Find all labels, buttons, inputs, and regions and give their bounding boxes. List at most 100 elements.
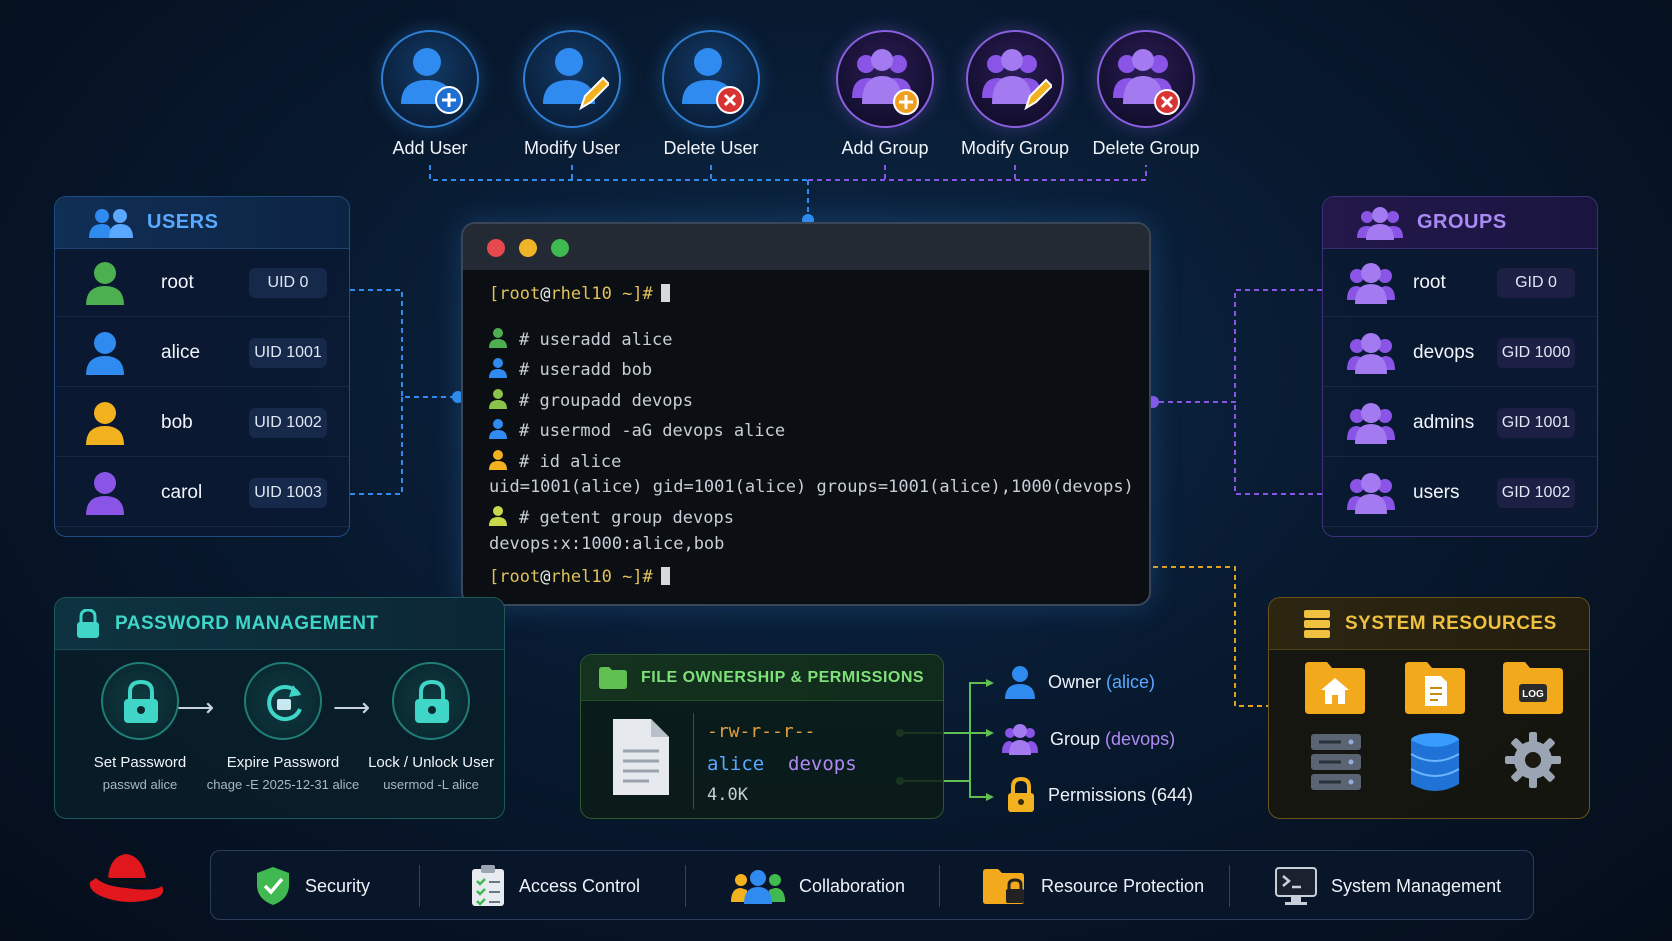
collaboration-item: Collaboration <box>731 851 905 921</box>
terminal-command-line: # groupadd devops <box>489 389 693 414</box>
group-icon <box>1347 263 1395 304</box>
uid-badge: UID 0 <box>249 267 327 298</box>
add-group-action[interactable]: Add Group <box>820 30 950 159</box>
home-folder-icon <box>1305 662 1365 714</box>
file-folder-icon <box>1405 662 1465 714</box>
separator <box>939 865 940 907</box>
gid-badge: GID 1002 <box>1497 477 1575 508</box>
server-icon <box>1311 734 1361 790</box>
user-icon <box>489 328 507 353</box>
shield-check-icon <box>257 867 289 905</box>
user-name: bob <box>161 411 193 433</box>
maximize-dot[interactable] <box>551 239 569 257</box>
group-row[interactable]: admins GID 1001 <box>1323 389 1597 457</box>
separator <box>419 865 420 907</box>
lock-icon <box>124 679 158 723</box>
groups-header: GROUPS <box>1323 197 1597 249</box>
user-row[interactable]: bob UID 1002 <box>55 389 349 457</box>
user-icon <box>86 262 124 305</box>
terminal-window[interactable]: [root@rhel10 ~]# # useradd alice # userad… <box>461 222 1151 606</box>
groups-title: GROUPS <box>1417 211 1507 233</box>
user-row[interactable]: alice UID 1001 <box>55 319 349 387</box>
user-name: alice <box>161 341 201 363</box>
uid-badge: UID 1001 <box>249 337 327 368</box>
server-stack-icon <box>1304 609 1330 638</box>
delete-group-action[interactable]: Delete Group <box>1081 30 1211 159</box>
terminal-command-line: # useradd bob <box>489 358 652 383</box>
terminal-command-line: # useradd alice <box>489 328 673 353</box>
access-control-item: Access Control <box>471 851 640 921</box>
user-icon <box>489 450 507 475</box>
gid-badge: GID 0 <box>1497 267 1575 298</box>
expire-password-step[interactable]: Expire Password chage -E 2025-12-31 alic… <box>198 662 368 792</box>
terminal-output-line: devops:x:1000:alice,bob <box>489 534 725 554</box>
user-name: root <box>161 271 194 293</box>
group-name: devops <box>1413 341 1475 363</box>
locked-folder-icon <box>983 869 1024 904</box>
owner-item: Owner (alice) <box>1004 665 1155 699</box>
divider-line <box>693 713 694 809</box>
group-row[interactable]: users GID 1002 <box>1323 459 1597 527</box>
password-header: PASSWORD MANAGEMENT <box>55 598 504 650</box>
terminal-command-line: # getent group devops <box>489 506 734 531</box>
modify-group-action[interactable]: Modify Group <box>950 30 1080 159</box>
permission-string: -rw-r--r-- <box>707 721 816 742</box>
user-row[interactable]: root UID 0 <box>55 249 349 317</box>
delete-user-action[interactable]: Delete User <box>646 30 776 159</box>
group-icon <box>1347 473 1395 514</box>
file-size: 4.0K <box>707 785 748 805</box>
user-row[interactable]: carol UID 1003 <box>55 459 349 527</box>
file-owner: alice <box>707 753 765 775</box>
file-header: FILE OWNERSHIP & PERMISSIONS <box>581 655 943 701</box>
modify-user-action[interactable]: Modify User <box>507 30 637 159</box>
group-row[interactable]: devops GID 1000 <box>1323 319 1597 387</box>
user-icon <box>86 472 124 515</box>
security-item: Security <box>255 851 370 921</box>
minimize-dot[interactable] <box>519 239 537 257</box>
user-icon <box>489 506 507 531</box>
separator <box>1229 865 1230 907</box>
uid-badge: UID 1002 <box>249 407 327 438</box>
user-icon <box>86 402 124 445</box>
password-title: PASSWORD MANAGEMENT <box>115 612 379 634</box>
step-label: Lock / Unlock User <box>368 754 494 771</box>
group-row[interactable]: root GID 0 <box>1323 249 1597 317</box>
users-icon <box>89 208 133 238</box>
folder-icon <box>599 666 627 689</box>
refresh-icon <box>267 685 302 721</box>
delete-group-label: Delete Group <box>1092 138 1200 158</box>
add-user-label: Add User <box>392 138 468 158</box>
edit-user-icon <box>543 48 609 111</box>
step-command: usermod -L alice <box>383 777 479 792</box>
groups-panel: GROUPS root GID 0 devops GID 1000 admins… <box>1322 196 1598 537</box>
step-label: Expire Password <box>226 754 340 771</box>
user-icon <box>489 389 507 414</box>
lock-user-step[interactable]: Lock / Unlock User usermod -L alice <box>346 662 516 792</box>
team-icon <box>731 870 785 904</box>
add-user-action[interactable]: Add User <box>365 30 495 159</box>
close-dot[interactable] <box>487 239 505 257</box>
terminal-command-line: # usermod -aG devops alice <box>489 419 785 444</box>
terminal-prompt-bottom: [root@rhel10 ~]# <box>489 567 670 587</box>
cursor <box>660 567 670 585</box>
terminal-prompt-top: [root@rhel10 ~]# <box>489 284 670 304</box>
modify-group-label: Modify Group <box>960 138 1070 158</box>
group-icon <box>1347 403 1395 444</box>
file-title: FILE OWNERSHIP & PERMISSIONS <box>641 668 925 686</box>
resource-protection-item: Resource Protection <box>983 851 1204 921</box>
checklist-icon <box>472 865 504 906</box>
document-icon <box>613 719 669 795</box>
resources-header: SYSTEM RESOURCES <box>1269 598 1589 650</box>
lock-icon <box>415 679 449 723</box>
group-name: root <box>1413 271 1446 293</box>
file-ownership-panel: FILE OWNERSHIP & PERMISSIONS -rw-r--r-- … <box>580 654 944 819</box>
delete-user-label: Delete User <box>663 138 759 158</box>
groups-icon <box>1357 206 1403 240</box>
step-command: chage -E 2025-12-31 alice <box>206 777 360 792</box>
terminal-titlebar <box>463 224 1149 270</box>
user-name: carol <box>161 481 203 503</box>
delete-user-icon <box>682 48 744 114</box>
user-icon <box>86 332 124 375</box>
redhat-logo-icon <box>89 854 164 902</box>
system-management-item: System Management <box>1275 851 1501 921</box>
